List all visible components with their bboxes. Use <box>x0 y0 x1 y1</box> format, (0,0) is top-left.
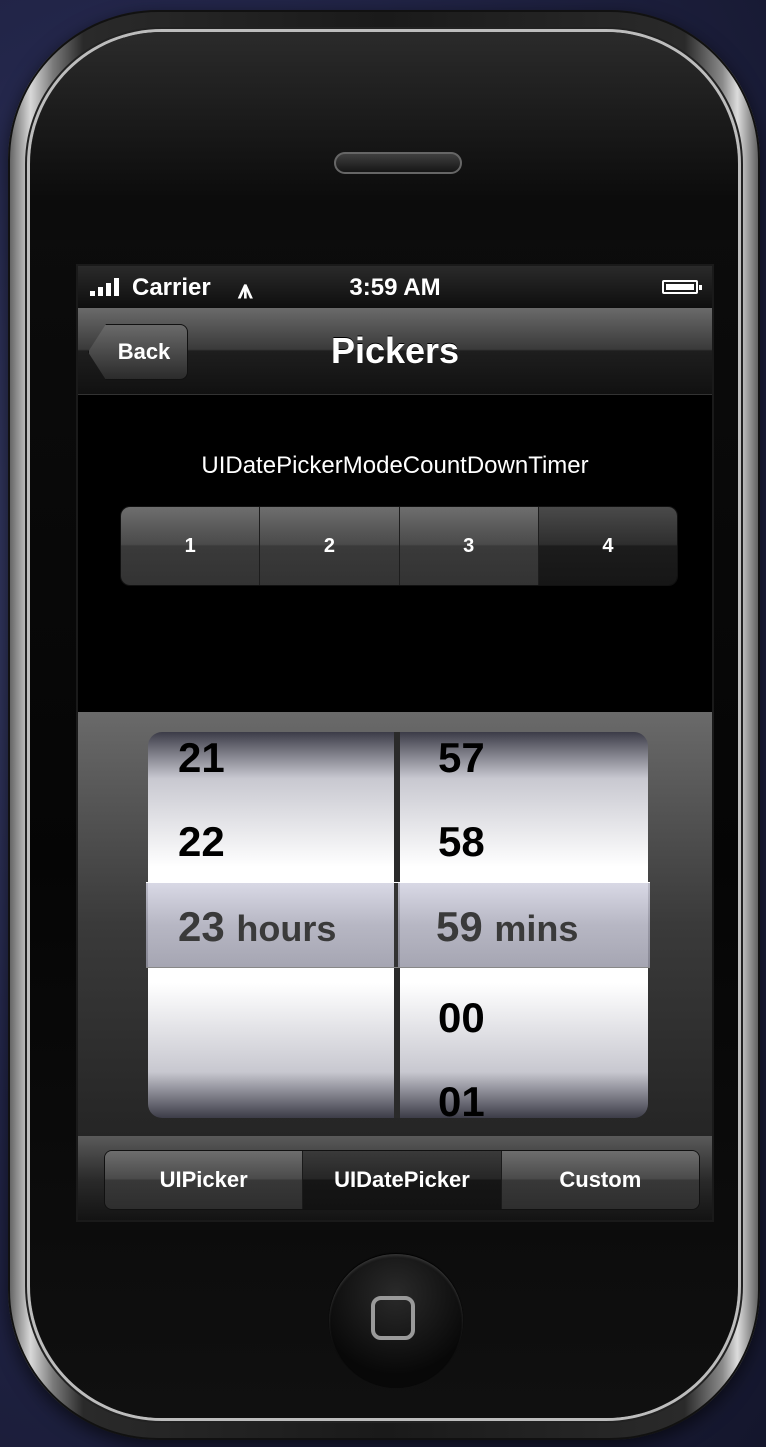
selected-minutes: 59 mins <box>436 903 579 950</box>
bottom-toolbar: UIPicker UIDatePicker Custom <box>78 1136 712 1220</box>
tab-uidatepicker[interactable]: UIDatePicker <box>303 1151 502 1209</box>
home-square-icon <box>371 1296 415 1340</box>
minutes-option[interactable]: 58 <box>438 818 485 866</box>
screen: Carrier ⩚ 3:59 AM Back Pickers UIDatePic… <box>76 264 714 1222</box>
status-bar: Carrier ⩚ 3:59 AM <box>78 266 712 308</box>
minutes-option[interactable]: 01 <box>438 1078 485 1118</box>
minutes-option[interactable]: 57 <box>438 734 485 782</box>
status-time: 3:59 AM <box>349 274 441 301</box>
home-button[interactable] <box>329 1254 463 1388</box>
selected-hours: 23 hours <box>178 903 337 950</box>
hours-option[interactable]: 22 <box>178 818 225 866</box>
hours-unit-label: hours <box>236 908 337 949</box>
picker-type-segmented-control: UIPicker UIDatePicker Custom <box>104 1150 700 1210</box>
battery-icon <box>662 280 702 294</box>
tab-uipicker[interactable]: UIPicker <box>105 1151 304 1209</box>
mode-segmented-control: 1 2 3 4 <box>120 506 678 586</box>
selection-indicator: 23 hours 59 mins <box>146 882 650 968</box>
page-title: Pickers <box>330 330 460 371</box>
segment-4[interactable]: 4 <box>538 507 677 585</box>
speaker-grille <box>334 152 462 174</box>
segment-1[interactable]: 1 <box>121 507 261 585</box>
selection-divider <box>394 883 398 967</box>
picker-mode-label: UIDatePickerModeCountDownTimer <box>201 452 589 479</box>
minutes-unit-label: mins <box>494 908 579 949</box>
minutes-option[interactable]: 00 <box>438 994 485 1042</box>
navigation-bar: Back Pickers <box>78 308 712 395</box>
tab-custom[interactable]: Custom <box>501 1151 699 1209</box>
segment-3[interactable]: 3 <box>399 507 539 585</box>
segment-2[interactable]: 2 <box>260 507 400 585</box>
hours-option[interactable]: 21 <box>178 734 225 782</box>
countdown-date-picker: 21 22 57 58 00 01 23 hours 59 mins <box>78 712 712 1136</box>
